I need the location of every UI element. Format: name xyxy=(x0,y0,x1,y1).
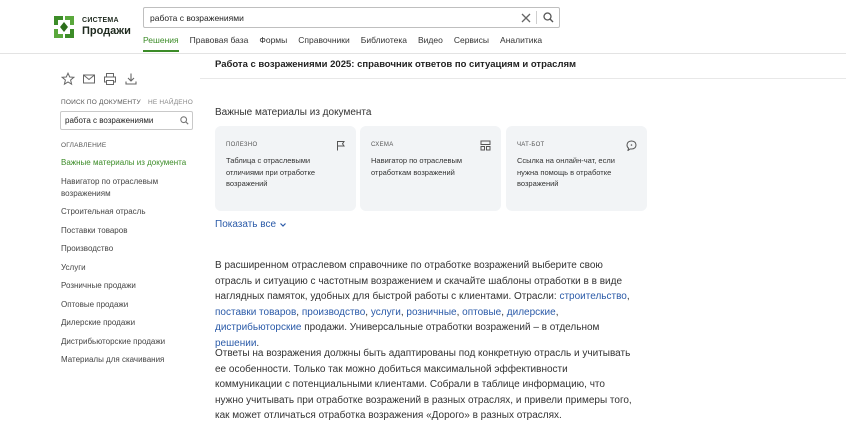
download-icon[interactable] xyxy=(124,72,138,86)
link-distributor[interactable]: дистрибьюторские xyxy=(215,322,301,333)
nav-item-legal-base[interactable]: Правовая база xyxy=(190,35,249,52)
star-icon[interactable] xyxy=(61,72,75,86)
global-search xyxy=(143,7,560,28)
title-divider xyxy=(200,78,846,79)
card-type-label: СХЕМА xyxy=(371,142,394,148)
document-search xyxy=(60,111,193,130)
toc-item-dealer[interactable]: Дилерские продажи xyxy=(61,317,201,329)
mail-icon[interactable] xyxy=(82,72,96,86)
toc-item-wholesale[interactable]: Оптовые продажи xyxy=(61,299,201,311)
toc-item-important-materials[interactable]: Важные материалы из документа xyxy=(61,157,201,169)
document-tools xyxy=(61,72,145,86)
search-icon[interactable] xyxy=(176,112,192,129)
document-search-status: НЕ НАЙДЕНО xyxy=(147,99,193,106)
card-type-label: ЧАТ-БОТ xyxy=(517,142,545,148)
nav-item-forms[interactable]: Формы xyxy=(259,35,287,52)
nav-item-services[interactable]: Сервисы xyxy=(454,35,489,52)
print-icon[interactable] xyxy=(103,72,117,86)
toc-title: ОГЛАВЛЕНИЕ xyxy=(61,142,107,149)
body-paragraph: Ответы на возражения должны быть адаптир… xyxy=(215,348,632,421)
document-search-label: ПОИСК ПО ДОКУМЕНТУ xyxy=(61,99,141,106)
link-construction[interactable]: строительство xyxy=(559,291,626,302)
search-icon[interactable] xyxy=(537,8,559,27)
toc-item-distributor[interactable]: Дистрибьюторские продажи xyxy=(61,336,201,348)
material-card-scheme[interactable]: СХЕМА Навигатор по отраслевым отработкам… xyxy=(360,126,501,211)
document-search-header: ПОИСК ПО ДОКУМЕНТУ НЕ НАЙДЕНО xyxy=(61,99,193,106)
flag-icon xyxy=(335,138,346,151)
logo-bottom-text: Продажи xyxy=(82,25,131,37)
logo-mark-icon xyxy=(52,14,76,40)
card-description: Навигатор по отраслевым отработкам возра… xyxy=(371,156,463,177)
materials-heading: Важные материалы из документа xyxy=(215,107,372,118)
toc-item-services[interactable]: Услуги xyxy=(61,262,201,274)
material-card-useful[interactable]: ПОЛЕЗНО Таблица с отраслевыми отличиями … xyxy=(215,126,356,211)
toc-item-production[interactable]: Производство xyxy=(61,243,201,255)
document-search-input[interactable] xyxy=(61,116,176,125)
link-dealer[interactable]: дилерские xyxy=(507,307,556,318)
toc-item-construction[interactable]: Строительная отрасль xyxy=(61,206,201,218)
logo-top-text: СИСТЕМА xyxy=(82,17,119,24)
link-supplies[interactable]: поставки товаров xyxy=(215,307,296,318)
header: СИСТЕМА Продажи Решения Правовая база Фо… xyxy=(0,0,846,54)
toc-item-supplies[interactable]: Поставки товаров xyxy=(61,225,201,237)
chat-icon xyxy=(626,138,637,152)
toc-item-downloads[interactable]: Материалы для скачивания xyxy=(61,354,201,366)
sep: , xyxy=(555,306,559,318)
intro-paragraph: В расширенном отраслевом справочнике по … xyxy=(215,258,635,351)
link-production[interactable]: производство xyxy=(302,307,365,318)
toc-item-navigator[interactable]: Навигатор по отраслевым возражениям xyxy=(61,176,201,200)
nav-item-analytics[interactable]: Аналитика xyxy=(500,35,542,52)
nav-item-references[interactable]: Справочники xyxy=(298,35,350,52)
toc-item-retail[interactable]: Розничные продажи xyxy=(61,280,201,292)
nav-item-solutions[interactable]: Решения xyxy=(143,35,179,52)
card-description: Таблица с отраслевыми отличиями при отра… xyxy=(226,156,315,188)
chevron-down-icon xyxy=(280,222,286,227)
close-icon[interactable] xyxy=(516,8,536,27)
show-all-label: Показать все xyxy=(215,219,277,230)
intro-text-2: продажи. Универсальные отработки возраже… xyxy=(301,322,600,333)
nav-item-video[interactable]: Видео xyxy=(418,35,443,52)
link-services[interactable]: услуги xyxy=(371,307,401,318)
nav-item-library[interactable]: Библиотека xyxy=(361,35,407,52)
logo[interactable]: СИСТЕМА Продажи xyxy=(52,11,132,43)
card-type-label: ПОЛЕЗНО xyxy=(226,142,258,148)
link-wholesale[interactable]: оптовые xyxy=(462,307,501,318)
card-description: Ссылка на онлайн-чат, если нужна помощь … xyxy=(517,156,615,188)
search-input[interactable] xyxy=(144,8,516,27)
show-all-link[interactable]: Показать все xyxy=(215,219,287,230)
table-of-contents: Важные материалы из документа Навигатор … xyxy=(61,157,201,373)
material-card-chatbot[interactable]: ЧАТ-БОТ Ссылка на онлайн-чат, если нужна… xyxy=(506,126,647,211)
scheme-icon xyxy=(480,138,491,151)
sep: , xyxy=(626,291,630,302)
main-nav: Решения Правовая база Формы Справочники … xyxy=(143,35,553,52)
document-title: Работа с возражениями 2025: справочник о… xyxy=(215,59,577,70)
link-retail[interactable]: розничные xyxy=(406,307,456,318)
